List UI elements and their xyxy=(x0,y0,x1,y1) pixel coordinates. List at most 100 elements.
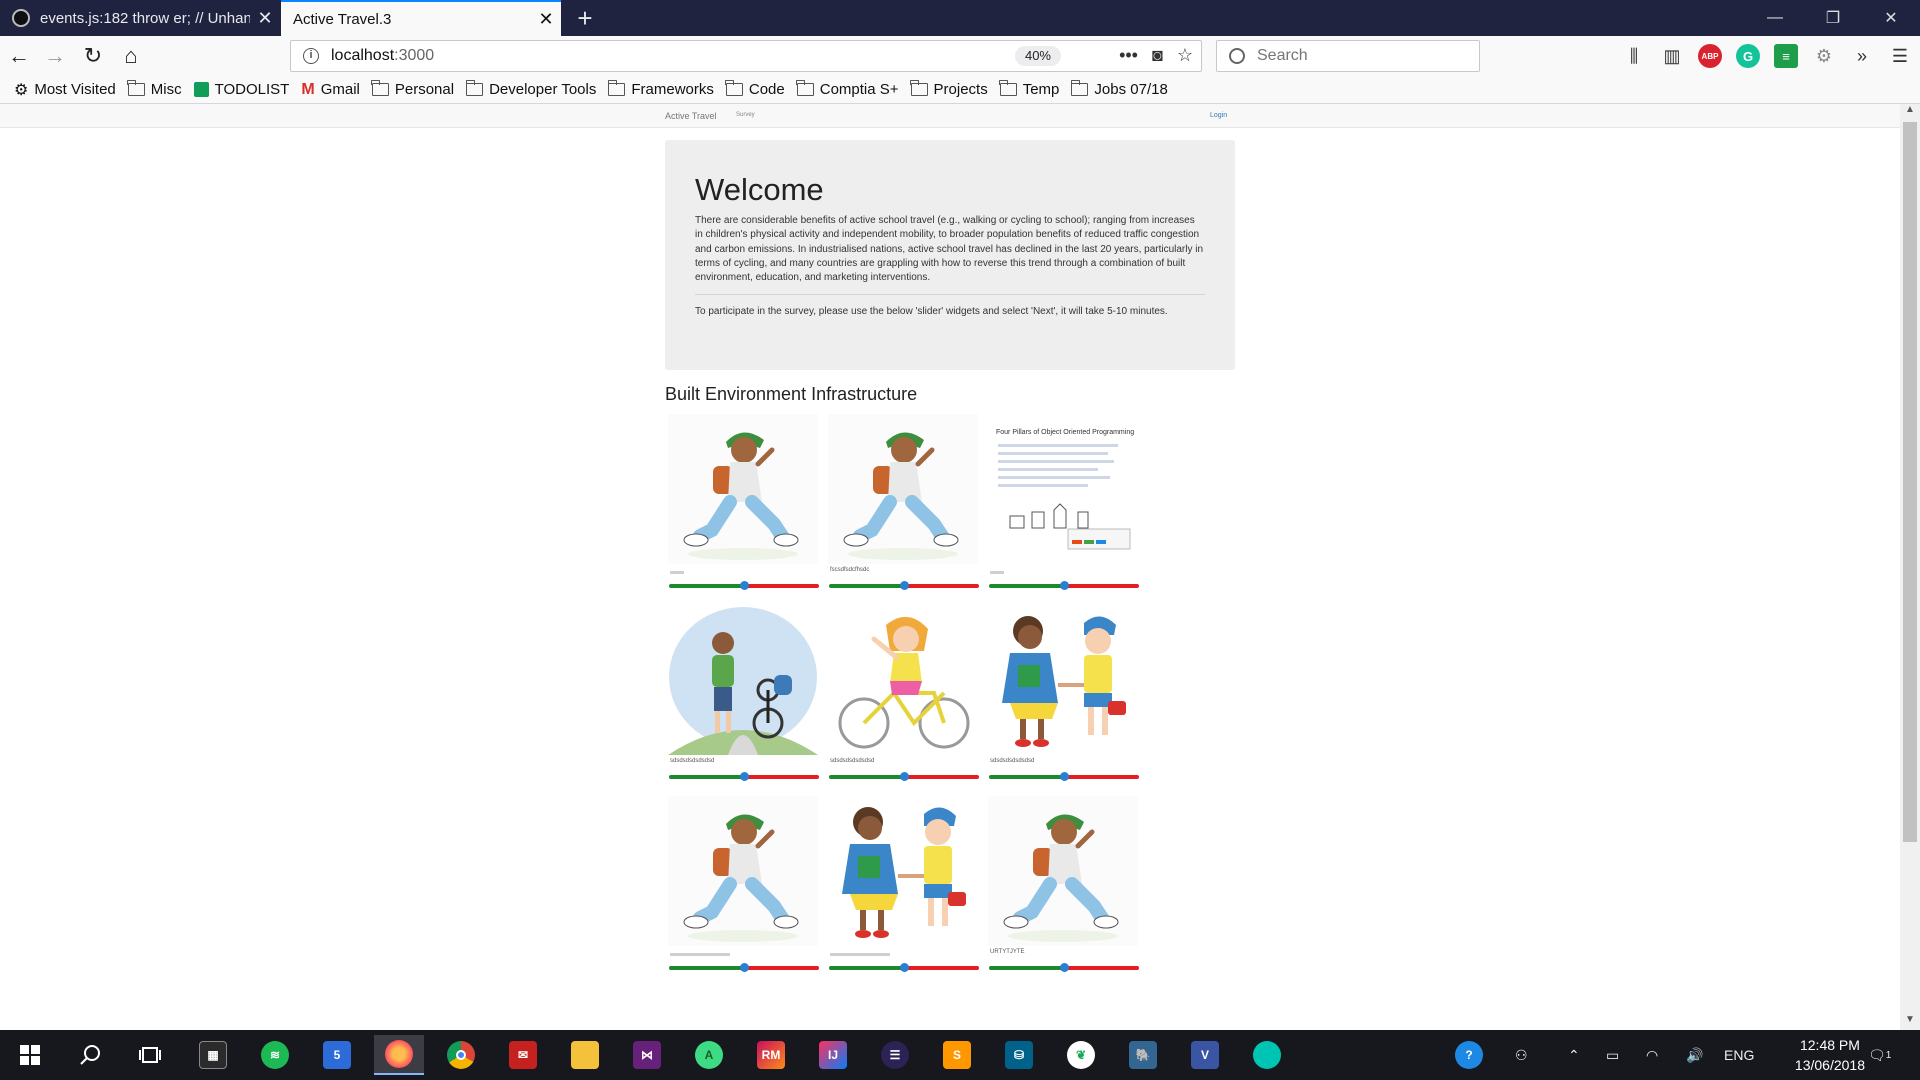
site-info-icon[interactable]: i xyxy=(303,48,319,64)
scroll-up-arrow-icon[interactable]: ▲ xyxy=(1900,104,1920,120)
tab-active-travel[interactable]: Active Travel.3 ✕ xyxy=(281,0,561,36)
spotify-icon[interactable]: ≋ xyxy=(250,1035,300,1075)
rating-slider[interactable] xyxy=(829,581,979,590)
minimize-icon[interactable]: — xyxy=(1746,0,1804,36)
slider-handle[interactable] xyxy=(899,581,909,590)
navigation-toolbar: ← → ↻ ⌂ i localhost:3000 40% ••• ◙ ☆ ⫼ ▥… xyxy=(0,36,1920,76)
extension-feed-icon[interactable]: ≡ xyxy=(1774,44,1798,68)
new-tab-button[interactable]: + xyxy=(568,2,602,34)
close-tab-icon[interactable]: ✕ xyxy=(531,9,561,30)
library-icon[interactable]: ⫼ xyxy=(1622,44,1646,68)
show-hidden-icons-chevron-icon[interactable]: ⌃ xyxy=(1568,1030,1580,1080)
search-icon[interactable] xyxy=(65,1035,115,1075)
calendar-icon[interactable]: 5 xyxy=(312,1035,362,1075)
bookmark-developer-tools[interactable]: Developer Tools xyxy=(465,80,596,98)
sublime-text-icon[interactable]: S xyxy=(932,1035,982,1075)
page-actions-icon[interactable]: ••• xyxy=(1119,45,1138,66)
postgresql-icon[interactable]: 🐘 xyxy=(1118,1035,1168,1075)
url-bar[interactable]: i localhost:3000 40% ••• ◙ ☆ xyxy=(290,40,1202,72)
slider-handle[interactable] xyxy=(899,963,909,972)
rating-slider[interactable] xyxy=(669,581,819,590)
bookmark-personal[interactable]: Personal xyxy=(371,80,454,98)
tab-events-js[interactable]: events.js:182 throw er; // Unhan ✕ xyxy=(0,0,280,36)
bookmark-temp[interactable]: Temp xyxy=(999,80,1059,98)
bookmark-jobs[interactable]: Jobs 07/18 xyxy=(1070,80,1168,98)
slider-handle[interactable] xyxy=(739,963,749,972)
bookmark-most-visited[interactable]: ⚙ Most Visited xyxy=(14,80,116,100)
rating-slider[interactable] xyxy=(989,581,1139,590)
nav-login-link[interactable]: Login xyxy=(1210,112,1227,119)
visual-studio-icon[interactable]: ⋈ xyxy=(622,1035,672,1075)
rating-slider[interactable] xyxy=(669,772,819,781)
bookmark-gmail[interactable]: M Gmail xyxy=(301,81,360,99)
close-tab-icon[interactable]: ✕ xyxy=(250,8,280,29)
hamburger-menu-icon[interactable]: ☰ xyxy=(1888,44,1912,68)
clock[interactable]: 12:48 PM 13/06/2018 xyxy=(1795,1035,1865,1075)
search-input[interactable] xyxy=(1257,47,1457,65)
slider-handle[interactable] xyxy=(1059,581,1069,590)
bookmark-frameworks[interactable]: Frameworks xyxy=(607,80,714,98)
bookmark-projects[interactable]: Projects xyxy=(910,80,988,98)
nav-survey-link[interactable]: Survey xyxy=(736,112,755,118)
mongodb-icon[interactable]: ❦ xyxy=(1056,1035,1106,1075)
adblock-plus-icon[interactable]: ABP xyxy=(1698,44,1722,68)
firefox-icon[interactable] xyxy=(374,1035,424,1075)
chrome-icon[interactable] xyxy=(436,1035,486,1075)
slider-handle[interactable] xyxy=(899,772,909,781)
rating-slider[interactable] xyxy=(669,963,819,972)
task-view-icon[interactable] xyxy=(125,1035,175,1075)
rating-slider[interactable] xyxy=(829,772,979,781)
slider-handle[interactable] xyxy=(739,581,749,590)
close-window-icon[interactable]: ✕ xyxy=(1862,0,1920,36)
bookmark-star-icon[interactable]: ☆ xyxy=(1177,45,1193,66)
bookmark-misc[interactable]: Misc xyxy=(127,80,182,98)
bookmark-todolist[interactable]: TODOLIST xyxy=(193,81,289,98)
slider-handle[interactable] xyxy=(739,772,749,781)
reload-icon[interactable]: ↻ xyxy=(78,42,108,70)
survey-card xyxy=(665,796,825,986)
notifications-icon[interactable]: 🗨 1 xyxy=(1868,1030,1891,1080)
android-studio-icon[interactable]: A xyxy=(684,1035,734,1075)
rating-slider[interactable] xyxy=(989,963,1139,972)
scroll-down-arrow-icon[interactable]: ▼ xyxy=(1900,1014,1920,1030)
windows-start-icon[interactable] xyxy=(5,1035,55,1075)
wifi-icon[interactable]: ◠ xyxy=(1646,1030,1658,1080)
bookmark-code[interactable]: Code xyxy=(725,80,785,98)
intellij-icon[interactable]: IJ xyxy=(808,1035,858,1075)
rider-icon[interactable]: RM xyxy=(746,1035,796,1075)
overflow-chevron-icon[interactable]: » xyxy=(1850,44,1874,68)
language-indicator[interactable]: ENG xyxy=(1724,1030,1754,1080)
mysql-workbench-icon[interactable]: ⛁ xyxy=(994,1035,1044,1075)
volume-icon[interactable]: 🔊 xyxy=(1686,1030,1703,1080)
slider-handle[interactable] xyxy=(1059,772,1069,781)
pocket-icon[interactable]: ◙ xyxy=(1152,45,1163,66)
scroll-thumb[interactable] xyxy=(1903,122,1917,842)
folder-icon xyxy=(999,80,1017,96)
restore-icon[interactable]: ❐ xyxy=(1804,0,1862,36)
back-arrow-icon[interactable]: ← xyxy=(4,42,34,70)
tab-strip: events.js:182 throw er; // Unhan ✕ Activ… xyxy=(0,0,1920,36)
sidebar-icon[interactable]: ▥ xyxy=(1660,44,1684,68)
slider-track-high xyxy=(744,584,819,588)
mail-icon[interactable]: ✉ xyxy=(498,1035,548,1075)
rating-slider[interactable] xyxy=(829,963,979,972)
people-icon[interactable]: ⚇ xyxy=(1515,1030,1528,1080)
file-explorer-icon[interactable] xyxy=(560,1035,610,1075)
calculator-icon[interactable]: ▦ xyxy=(188,1035,238,1075)
battery-icon[interactable]: ▭ xyxy=(1606,1030,1619,1080)
search-bar[interactable] xyxy=(1216,40,1480,72)
teal-app-icon[interactable] xyxy=(1242,1035,1292,1075)
visio-icon[interactable]: V xyxy=(1180,1035,1230,1075)
forward-arrow-icon[interactable]: → xyxy=(40,42,70,70)
home-icon[interactable]: ⌂ xyxy=(116,42,146,70)
eclipse-icon[interactable]: ☰ xyxy=(870,1035,920,1075)
bookmark-comptia[interactable]: Comptia S+ xyxy=(796,80,899,98)
help-icon[interactable]: ? xyxy=(1455,1030,1483,1080)
rating-slider[interactable] xyxy=(989,772,1139,781)
zoom-level-badge[interactable]: 40% xyxy=(1014,46,1061,66)
site-brand-link[interactable]: Active Travel xyxy=(665,111,717,121)
page-scrollbar[interactable]: ▲ ▼ xyxy=(1900,104,1920,1030)
grammarly-icon[interactable]: G xyxy=(1736,44,1760,68)
extension-gear-icon[interactable]: ⚙ xyxy=(1812,44,1836,68)
slider-handle[interactable] xyxy=(1059,963,1069,972)
